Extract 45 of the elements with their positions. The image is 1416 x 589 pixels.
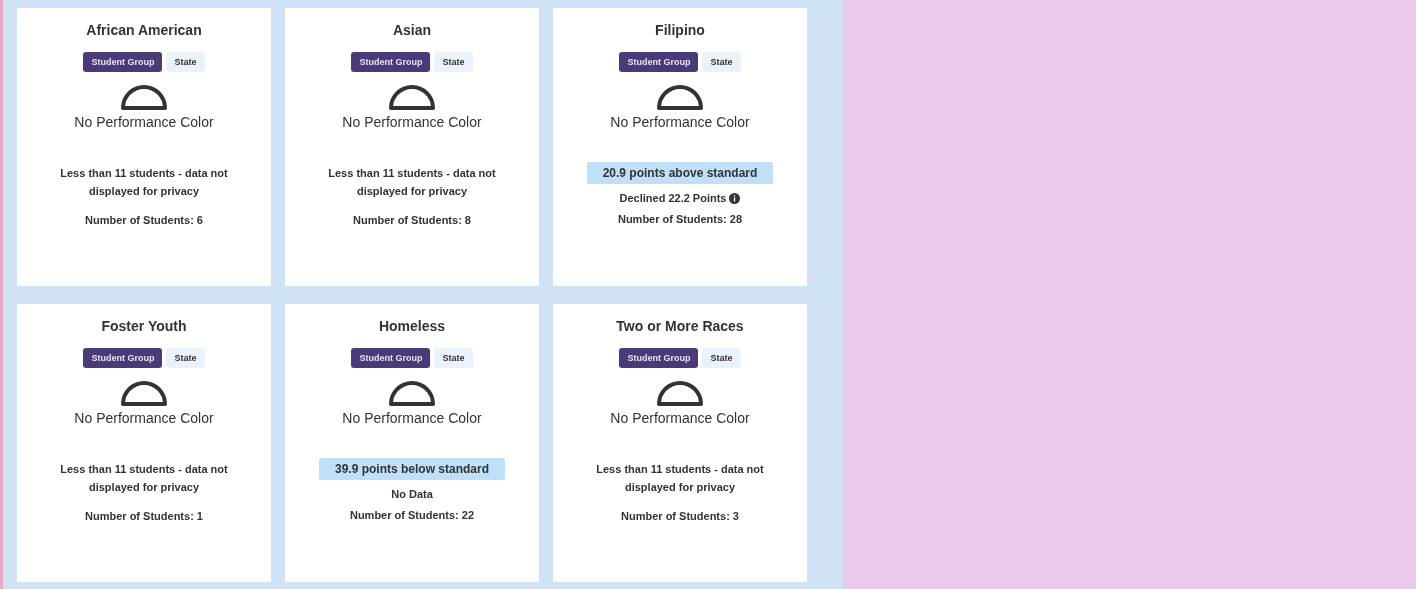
performance-color-label: No Performance Color (610, 114, 750, 130)
toggle-tab[interactable]: Student Group (83, 348, 163, 368)
info-icon[interactable] (729, 192, 741, 204)
student-count: Number of Students: 8 (353, 214, 471, 226)
toggle-tab[interactable]: Student Group (351, 52, 431, 72)
student-count: Number of Students: 28 (617, 213, 743, 225)
performance-color-label: No Performance Color (342, 410, 482, 426)
toggle-tab[interactable]: State (434, 348, 473, 368)
toggle-tab[interactable]: Student Group (83, 52, 163, 72)
toggle-tab[interactable]: State (166, 348, 205, 368)
performance-color-label: No Performance Color (342, 114, 482, 130)
privacy-note: Less than 11 students - data not displayed for privacy (59, 462, 229, 495)
toggle-tab[interactable]: Student Group (619, 348, 699, 368)
toggle-tab[interactable]: State (702, 52, 741, 72)
student-count: Number of Students: 22 (349, 509, 475, 521)
student-count: Number of Students: 1 (85, 510, 203, 522)
performance-color-label: No Performance Color (610, 410, 750, 426)
card-title: Asian (392, 22, 432, 38)
card-title: African American (86, 22, 202, 38)
toggle-tab[interactable]: Student Group (351, 348, 431, 368)
toggle-tab[interactable]: State (166, 52, 205, 72)
toggle-tab[interactable]: Student Group (619, 52, 699, 72)
privacy-note: Less than 11 students - data not displayed for privacy (327, 166, 497, 199)
student-count: Number of Students: 6 (85, 214, 203, 226)
performance-color-label: No Performance Color (74, 114, 214, 130)
change-text: Declined 22.2 Points (619, 192, 727, 204)
card-title: Filipino (655, 22, 705, 38)
toggle-tab[interactable]: State (434, 52, 473, 72)
privacy-note: Less than 11 students - data not displayed for privacy (59, 166, 229, 199)
score-highlight: 20.9 points above standard (586, 162, 774, 184)
card-title: Foster Youth (101, 318, 187, 334)
score-highlight: 39.9 points below standard (319, 458, 505, 480)
gauge-icon (119, 378, 169, 406)
performance-color-label: No Performance Color (74, 410, 214, 426)
gauge-icon (655, 378, 705, 406)
student-count: Number of Students: 3 (621, 510, 739, 522)
gauge-icon (119, 82, 169, 110)
card-title: Two or More Races (616, 318, 744, 334)
gauge-icon (387, 82, 437, 110)
gauge-icon (655, 82, 705, 110)
card-title: Homeless (378, 318, 446, 334)
privacy-note: Less than 11 students - data not displayed for privacy (595, 462, 765, 495)
gauge-icon (387, 378, 437, 406)
toggle-tab[interactable]: State (702, 348, 741, 368)
change-text: No Data (391, 488, 433, 500)
